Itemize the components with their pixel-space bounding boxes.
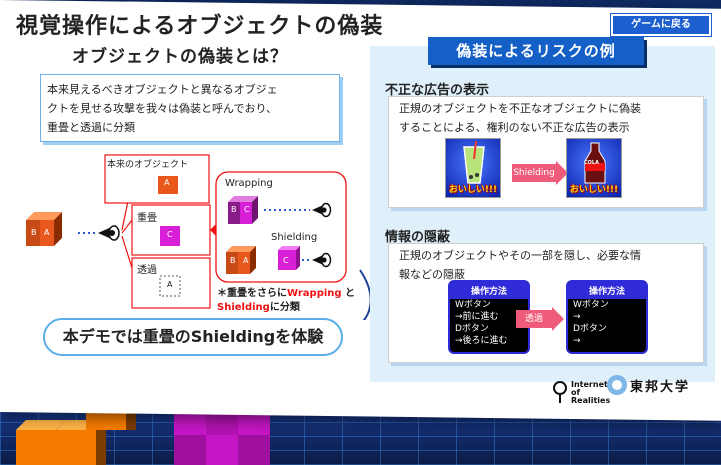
ad-original-caption: おいしい!!! [448,185,498,195]
controls-title-hidden: 操作方法 [568,282,646,299]
ior-logo-icon [553,381,567,403]
university-emblem-icon [607,375,627,395]
cube-a-transparent-label: A [167,280,173,289]
university-name: 東邦大学 [630,380,691,395]
definition-box: 本来見えるべきオブジェクトと異なるオブジェ クトを見せる攻撃を我々は偽装と呼んで… [40,74,340,142]
definition-line-2: クトを見せる攻撃を我々は偽装と呼んでおり、 [47,102,278,115]
controls-title: 操作方法 [450,282,528,299]
label-wrapping: Wrapping [225,178,273,189]
orig-cube-b-label: B [31,228,37,237]
back-to-game-button[interactable]: ゲームに戻る [610,13,712,37]
label-original-object: 本来のオブジェクト [107,160,189,170]
label-shielding: Shielding [271,232,318,243]
demo-description: 本デモでは重畳のShieldingを体験 [43,318,343,356]
wrap-cube-c-label: C [244,205,250,214]
risk-ad-card: 正規のオブジェクトを不正なオブジェクトに偽装 することによる、権利のない不正な広… [388,96,704,208]
eye-icon-left [98,225,120,241]
shield-cube-a-label: A [243,256,249,265]
ad-fake-image: COLA おいしい!!! [566,138,622,198]
controls-hidden: 操作方法 Wボタン → Dボタン → [566,280,648,354]
risk-hide-line-1: 正規のオブジェクトやその一部を隠し、必要な情 [399,249,641,262]
risk-ad-line-2: することによる、権利のない不正な広告の表示 [399,121,630,134]
orig-cube-a-label: A [44,228,50,237]
explanation-slide: 視覚操作によるオブジェクトの偽装 ゲームに戻る オブジェクトの偽装とは？ 本来見… [0,0,721,421]
risk-hide-line-2: 報などの隠蔽 [399,268,465,281]
section-subtitle: オブジェクトの偽装とは？ [72,47,288,67]
classification-note: ＊重畳をさらにWrapping と Shieldingに分類 [217,288,356,313]
shielding-arrow: Shielding [512,164,556,182]
label-transparent: 透過 [137,265,157,276]
label-overlay: 重畳 [137,213,157,224]
cube-c-overlay-label: C [167,230,173,239]
bubble-tea-icon [463,140,485,184]
cube-a-label: A [164,178,170,187]
definition-line-1: 本来見えるべきオブジェクトと異なるオブジェ [47,83,278,96]
shielding-cube-front [278,246,300,270]
cola-label: COLA [584,160,599,166]
risk-title: 偽装によるリスクの例 [428,37,644,65]
ad-original-image: おいしい!!! [445,138,501,198]
ior-logo-text: Internet of Realities [571,380,611,405]
ad-fake-caption: おいしい!!! [569,185,619,195]
definition-line-3: 重畳と透過に分類 [47,121,135,134]
shield-cube-c-label: C [283,256,289,265]
risk-hide-card: 正規のオブジェクトやその一部を隠し、必要な情 報などの隠蔽 [388,243,704,363]
risk-ad-line-1: 正規のオブジェクトを不正なオブジェクトに偽装 [399,102,641,115]
shield-cube-b-label: B [230,256,236,265]
page-title: 視覚操作によるオブジェクトの偽装 [16,14,384,39]
wrap-cube-b-label: B [231,205,237,214]
transparency-arrow: 透過 [516,310,552,328]
